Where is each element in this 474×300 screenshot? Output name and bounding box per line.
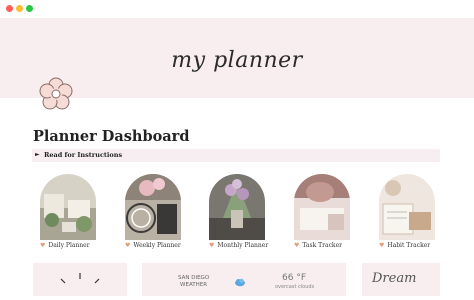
daily-planner-image[interactable] — [40, 174, 96, 240]
weekly-planner-image[interactable] — [125, 174, 181, 240]
clock-widget[interactable] — [33, 263, 127, 296]
dream-text: Dream — [372, 271, 417, 286]
minimize-window-button[interactable] — [16, 5, 23, 12]
instructions-toggle[interactable]: ► Read for Instructions — [32, 149, 440, 162]
heart-icon: ♥ — [379, 242, 385, 249]
clock-icon — [60, 273, 100, 284]
cover-title: my planner — [171, 48, 303, 73]
weekly-planner-link[interactable]: ♥ Weekly Planner — [125, 242, 181, 249]
habit-tracker-image[interactable] — [379, 174, 435, 240]
weather-condition: overcast clouds — [275, 284, 315, 290]
task-tracker-image[interactable] — [294, 174, 350, 240]
weather-location: SAN DIEGO WEATHER — [178, 275, 210, 288]
task-tracker-link[interactable]: ♥ Task Tracker — [294, 242, 342, 249]
weather-widget[interactable]: SAN DIEGO WEATHER 66 °F overcast clouds — [142, 263, 346, 296]
zoom-window-button[interactable] — [26, 5, 33, 12]
toggle-label: Read for Instructions — [44, 151, 123, 159]
heart-icon: ♥ — [40, 242, 46, 249]
weather-temperature: 66 °F — [282, 273, 306, 283]
monthly-planner-link[interactable]: ♥ Monthly Planner — [209, 242, 268, 249]
toggle-arrow-icon[interactable]: ► — [35, 151, 40, 158]
window-titlebar — [0, 0, 474, 18]
heart-icon: ♥ — [209, 242, 215, 249]
cloud-icon — [235, 278, 245, 287]
heart-icon: ♥ — [294, 242, 300, 249]
daily-planner-link[interactable]: ♥ Daily Planner — [40, 242, 90, 249]
quote-widget[interactable]: Dream — [362, 263, 440, 296]
flower-icon[interactable] — [38, 76, 74, 112]
habit-tracker-link[interactable]: ♥ Habit Tracker — [379, 242, 430, 249]
heart-icon: ♥ — [125, 242, 131, 249]
page-title: Planner Dashboard — [33, 128, 190, 145]
monthly-planner-image[interactable] — [209, 174, 265, 240]
close-window-button[interactable] — [6, 5, 13, 12]
